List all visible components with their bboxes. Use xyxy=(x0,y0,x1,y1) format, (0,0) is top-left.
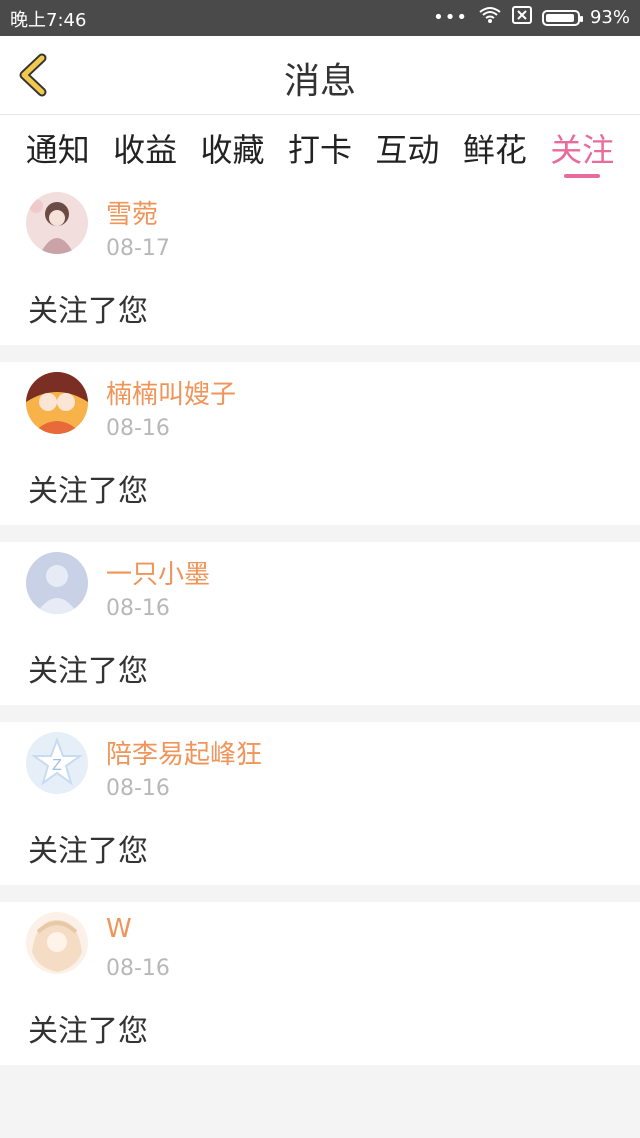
tab-checkin[interactable]: 打卡 xyxy=(288,115,352,182)
username[interactable]: W xyxy=(106,914,132,944)
avatar[interactable]: Z xyxy=(26,732,88,794)
default-user-icon xyxy=(26,552,88,614)
status-bar: 晚上7:46 ••• 93% xyxy=(0,0,640,36)
avatar[interactable] xyxy=(26,372,88,434)
message-list: 雪菀 08-17 关注了您 楠楠叫嫂子 08-16 关注了您 一只小墨 08-1… xyxy=(0,182,640,1082)
status-time: 晚上7:46 xyxy=(10,10,87,31)
battery-icon xyxy=(541,9,583,26)
avatar[interactable] xyxy=(26,912,88,974)
message-text: 关注了您 xyxy=(28,294,148,329)
message-text: 关注了您 xyxy=(28,1014,148,1049)
list-item[interactable]: W 08-16 关注了您 xyxy=(0,902,640,1065)
avatar[interactable] xyxy=(26,552,88,614)
message-date: 08-16 xyxy=(106,596,170,621)
header: 消息 xyxy=(0,36,640,115)
message-date: 08-16 xyxy=(106,416,170,441)
avatar[interactable] xyxy=(26,192,88,254)
username[interactable]: 陪李易起峰狂 xyxy=(106,734,262,771)
svg-text:Z: Z xyxy=(52,757,62,774)
tab-follow[interactable]: 关注 xyxy=(550,115,614,182)
list-item[interactable]: 楠楠叫嫂子 08-16 关注了您 xyxy=(0,362,640,525)
tab-favorites[interactable]: 收藏 xyxy=(201,115,265,182)
username[interactable]: 一只小墨 xyxy=(106,554,210,591)
tab-bar: 通知 收益 收藏 打卡 互动 鲜花 关注 xyxy=(0,115,640,182)
status-icons: ••• 93% xyxy=(433,6,630,29)
sim-icon xyxy=(511,6,532,29)
username[interactable]: 雪菀 xyxy=(106,194,158,231)
list-item[interactable]: 一只小墨 08-16 关注了您 xyxy=(0,542,640,705)
tab-notice[interactable]: 通知 xyxy=(26,115,90,182)
message-text: 关注了您 xyxy=(28,474,148,509)
tab-income[interactable]: 收益 xyxy=(113,115,177,182)
tab-flowers[interactable]: 鲜花 xyxy=(463,115,527,182)
message-date: 08-17 xyxy=(106,236,170,261)
list-item[interactable]: 雪菀 08-17 关注了您 xyxy=(0,182,640,345)
message-text: 关注了您 xyxy=(28,654,148,689)
star-logo-icon: Z xyxy=(26,732,88,794)
message-date: 08-16 xyxy=(106,956,170,981)
message-text: 关注了您 xyxy=(28,834,148,869)
wifi-icon xyxy=(478,6,502,29)
more-dots-icon: ••• xyxy=(433,6,468,28)
username[interactable]: 楠楠叫嫂子 xyxy=(106,374,236,411)
page-title: 消息 xyxy=(283,61,356,102)
battery-percent: 93% xyxy=(589,7,630,28)
tab-interaction[interactable]: 互动 xyxy=(375,115,439,182)
list-item[interactable]: Z 陪李易起峰狂 08-16 关注了您 xyxy=(0,722,640,885)
message-date: 08-16 xyxy=(106,776,170,801)
